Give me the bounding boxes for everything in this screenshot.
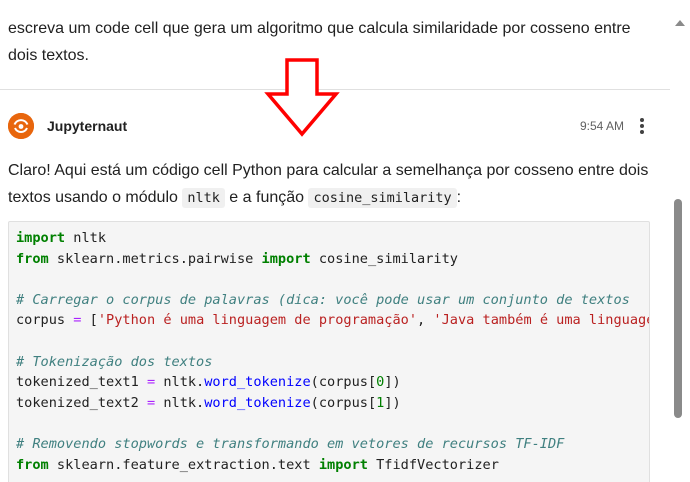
code-comment: # Removendo stopwords e transformando em… xyxy=(16,435,565,452)
code-token: cosine_similarity xyxy=(310,250,458,267)
more-options-icon[interactable] xyxy=(636,116,648,136)
code-token: corpus xyxy=(16,312,74,329)
code-token: from xyxy=(16,456,49,473)
code-token: (corpus[ xyxy=(310,394,377,411)
code-token: nltk. xyxy=(155,394,205,411)
code-token: import xyxy=(318,456,368,473)
inline-code-cosine-similarity: cosine_similarity xyxy=(308,188,457,208)
code-comment: # Carregar o corpus de palavras (dica: v… xyxy=(16,291,630,308)
code-token: TfidfVectorizer xyxy=(367,456,499,473)
sender-name: Jupyternaut xyxy=(47,118,128,134)
code-token: ]) xyxy=(384,374,401,391)
code-string: 'Python é uma linguagem de programação' xyxy=(97,312,418,329)
code-token: sklearn.metrics.pairwise xyxy=(48,250,262,267)
code-token: = xyxy=(146,394,156,411)
intro-text-part: : xyxy=(456,189,462,206)
code-token: = xyxy=(146,374,156,391)
chat-panel: escreva um code cell que gera um algorit… xyxy=(0,0,670,482)
code-string: 'Java também é uma linguagem de programa… xyxy=(433,312,649,329)
code-token: from xyxy=(16,250,49,267)
code-token: (corpus[ xyxy=(310,374,377,391)
message-timestamp: 9:54 AM xyxy=(580,119,625,133)
intro-text-part: e a função xyxy=(224,189,309,206)
red-arrow-annotation-icon xyxy=(264,58,340,137)
code-token: word_tokenize xyxy=(204,394,311,411)
code-block[interactable]: import nltk from sklearn.metrics.pairwis… xyxy=(8,221,650,482)
scrollbar-thumb[interactable] xyxy=(674,199,682,418)
code-comment: # Tokenização dos textos xyxy=(16,353,213,370)
code-token: , xyxy=(417,312,434,329)
code-token: [ xyxy=(81,312,98,329)
inline-code-nltk: nltk xyxy=(182,188,225,208)
code-token: ]) xyxy=(384,394,401,411)
code-token: sklearn.feature_extraction.text xyxy=(48,456,319,473)
code-content: import nltk from sklearn.metrics.pairwis… xyxy=(16,228,649,475)
jupyter-logo-icon xyxy=(8,113,34,139)
code-token: import xyxy=(16,230,66,246)
code-token: tokenized_text2 xyxy=(16,394,147,411)
code-token: nltk. xyxy=(155,374,205,391)
code-token: import xyxy=(261,250,311,267)
code-token: word_tokenize xyxy=(204,374,311,391)
assistant-intro-text: Claro! Aqui está um código cell Python p… xyxy=(8,157,658,212)
code-token: nltk xyxy=(65,230,107,246)
code-token: tokenized_text1 xyxy=(16,374,147,391)
scroll-up-icon[interactable] xyxy=(675,20,685,26)
